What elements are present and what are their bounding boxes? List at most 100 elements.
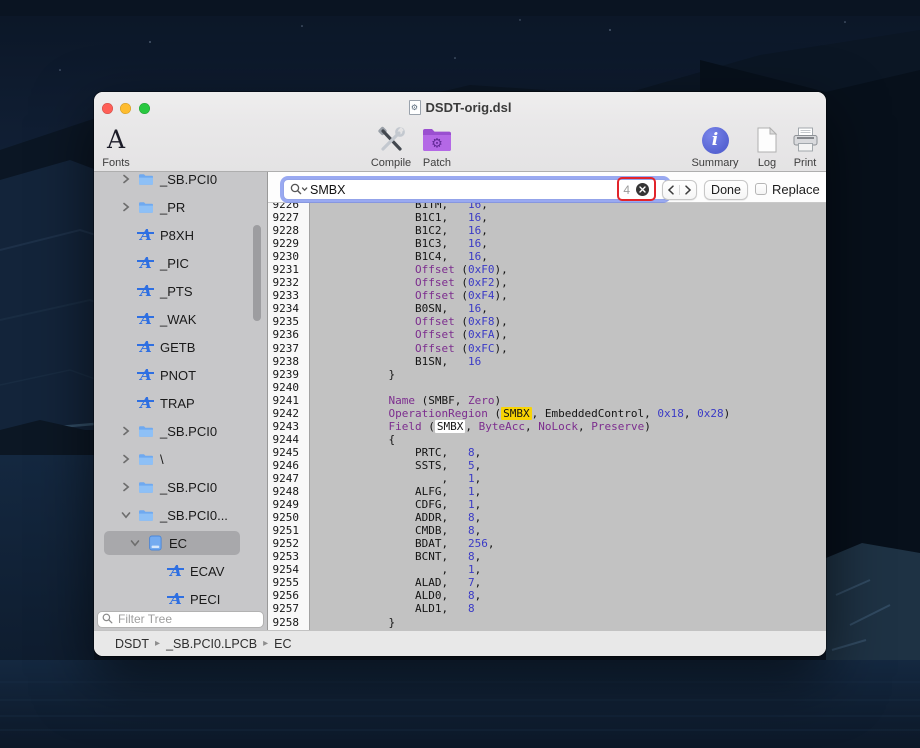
find-field[interactable]: 4 bbox=[283, 179, 668, 200]
tree-item-[interactable]: \ bbox=[94, 445, 267, 473]
code-line[interactable]: 9234 B0SN, 16, bbox=[268, 302, 826, 315]
printer-button[interactable]: Print bbox=[773, 124, 826, 169]
code-line-text: ALAD, 7, bbox=[304, 576, 826, 589]
breadcrumb-item[interactable]: EC bbox=[274, 637, 291, 651]
code-line-text: Offset (0xF4), bbox=[304, 289, 826, 302]
tree-item-pr[interactable]: _PR bbox=[94, 193, 267, 221]
code-line[interactable]: 9245 PRTC, 8, bbox=[268, 446, 826, 459]
tree-item-label: _SB.PCI0 bbox=[160, 172, 217, 187]
patch-button[interactable]: ⚙ Patch bbox=[405, 124, 469, 169]
code-line[interactable]: 9246 SSTS, 5, bbox=[268, 459, 826, 472]
code-line-text: Offset (0xF2), bbox=[304, 276, 826, 289]
chevron-right-icon[interactable] bbox=[120, 481, 132, 493]
method-icon: A bbox=[140, 256, 152, 271]
code-line[interactable]: 9258 } bbox=[268, 616, 826, 629]
code-line[interactable]: 9253 BCNT, 8, bbox=[268, 550, 826, 563]
code-line[interactable]: 9235 Offset (0xF8), bbox=[268, 315, 826, 328]
line-number: 9257 bbox=[268, 602, 304, 615]
chevron-spacer bbox=[120, 313, 132, 325]
folder-icon bbox=[138, 451, 154, 467]
code-line[interactable]: 9230 B1C4, 16, bbox=[268, 250, 826, 263]
breadcrumb-bar: DSDT ▸ _SB.PCI0.LPCB ▸ EC bbox=[94, 630, 826, 656]
chevron-down-icon[interactable] bbox=[129, 537, 141, 549]
code-line[interactable]: 9232 Offset (0xF2), bbox=[268, 276, 826, 289]
find-nav-buttons bbox=[662, 180, 697, 200]
tree-item-sbpci0[interactable]: _SB.PCI0... bbox=[94, 501, 267, 529]
code-line-text: CDFG, 1, bbox=[304, 498, 826, 511]
magnifier-with-menu-icon[interactable] bbox=[290, 183, 309, 196]
chevron-right-icon[interactable] bbox=[120, 173, 132, 185]
code-text-area[interactable]: 9226 B1TM, 16,9227 B1C1, 16,9228 B1C2, 1… bbox=[268, 172, 826, 630]
chevron-down-icon[interactable] bbox=[120, 509, 132, 521]
tree-item-ecav[interactable]: AECAV bbox=[94, 557, 267, 585]
tree-item-wak[interactable]: A_WAK bbox=[94, 305, 267, 333]
chevron-spacer bbox=[120, 229, 132, 241]
tree-item-getb[interactable]: A GETB bbox=[94, 333, 267, 361]
code-line-text: BDAT, 256, bbox=[304, 537, 826, 550]
fonts-button[interactable]: A Fonts bbox=[94, 124, 148, 169]
tree-item-p8xh[interactable]: AP8XH bbox=[94, 221, 267, 249]
tree-item-pnot[interactable]: APNOT bbox=[94, 361, 267, 389]
chevron-right-icon[interactable] bbox=[120, 425, 132, 437]
replace-checkbox[interactable] bbox=[755, 183, 767, 195]
code-line-text: Field (SMBX, ByteAcc, NoLock, Preserve) bbox=[304, 420, 826, 433]
code-line[interactable]: 9251 CMDB, 8, bbox=[268, 524, 826, 537]
method-icon: A bbox=[170, 592, 182, 607]
code-editor-pane[interactable]: 9226 B1TM, 16,9227 B1C1, 16,9228 B1C2, 1… bbox=[268, 172, 826, 630]
code-line[interactable]: 9242 OperationRegion (SMBX, EmbeddedCont… bbox=[268, 407, 826, 420]
code-line[interactable]: 9255 ALAD, 7, bbox=[268, 576, 826, 589]
tree-item-sbpci0[interactable]: _SB.PCI0 bbox=[94, 473, 267, 501]
line-number: 9236 bbox=[268, 328, 304, 341]
line-number: 9237 bbox=[268, 342, 304, 355]
done-button[interactable]: Done bbox=[704, 180, 748, 200]
code-line[interactable]: 9231 Offset (0xF0), bbox=[268, 263, 826, 276]
code-line-text: ALFG, 1, bbox=[304, 485, 826, 498]
tree-item-sbpci0[interactable]: _SB.PCI0 bbox=[94, 172, 267, 193]
code-line[interactable]: 9227 B1C1, 16, bbox=[268, 211, 826, 224]
tree-item-sbpci0[interactable]: _SB.PCI0 bbox=[94, 417, 267, 445]
tree-item-trap[interactable]: ATRAP bbox=[94, 389, 267, 417]
tree-item-pic[interactable]: A _PIC bbox=[94, 249, 267, 277]
info-circle-icon: i bbox=[702, 127, 729, 154]
line-number: 9245 bbox=[268, 446, 304, 459]
tree-item-ec[interactable]: EC bbox=[94, 529, 267, 557]
chevron-right-icon[interactable] bbox=[120, 201, 132, 213]
code-line[interactable]: 9229 B1C3, 16, bbox=[268, 237, 826, 250]
code-line[interactable]: 9237 Offset (0xFC), bbox=[268, 342, 826, 355]
code-line[interactable]: 9244 { bbox=[268, 433, 826, 446]
line-number: 9234 bbox=[268, 302, 304, 315]
code-line[interactable]: 9249 CDFG, 1, bbox=[268, 498, 826, 511]
code-line[interactable]: 9256 ALD0, 8, bbox=[268, 589, 826, 602]
code-line[interactable]: 9239 } bbox=[268, 368, 826, 381]
next-match-button[interactable] bbox=[680, 185, 696, 195]
code-line[interactable]: 9254 , 1, bbox=[268, 563, 826, 576]
code-line[interactable]: 9238 B1SN, 16 bbox=[268, 355, 826, 368]
breadcrumb-item[interactable]: DSDT bbox=[115, 637, 149, 651]
tree-item-peci[interactable]: APECI bbox=[94, 585, 267, 613]
method-icon: A bbox=[138, 339, 154, 355]
previous-match-button[interactable] bbox=[663, 185, 680, 195]
code-line[interactable]: 9241 Name (SMBF, Zero) bbox=[268, 394, 826, 407]
code-line[interactable]: 9250 ADDR, 8, bbox=[268, 511, 826, 524]
code-line-text: Offset (0xF0), bbox=[304, 263, 826, 276]
code-line[interactable]: 9236 Offset (0xFA), bbox=[268, 328, 826, 341]
tree-item-label: _SB.PCI0... bbox=[160, 508, 228, 523]
code-line[interactable]: 9240 bbox=[268, 381, 826, 394]
code-line[interactable]: 9257 ALD1, 8 bbox=[268, 602, 826, 615]
breadcrumb-item[interactable]: _SB.PCI0.LPCB bbox=[166, 637, 257, 651]
code-line[interactable]: 9247 , 1, bbox=[268, 472, 826, 485]
code-line[interactable]: 9252 BDAT, 256, bbox=[268, 537, 826, 550]
code-line[interactable]: 9233 Offset (0xF4), bbox=[268, 289, 826, 302]
find-input[interactable] bbox=[310, 180, 600, 199]
chevron-right-icon[interactable] bbox=[120, 453, 132, 465]
tree-item-pts[interactable]: A_PTS bbox=[94, 277, 267, 305]
title-bar[interactable]: ⚙ DSDT-orig.dsl bbox=[94, 92, 826, 122]
code-line[interactable]: 9228 B1C2, 16, bbox=[268, 224, 826, 237]
code-line[interactable]: 9248 ALFG, 1, bbox=[268, 485, 826, 498]
tree-item-label: GETB bbox=[160, 340, 195, 355]
code-line[interactable]: 9243 Field (SMBX, ByteAcc, NoLock, Prese… bbox=[268, 420, 826, 433]
filter-tree-input[interactable] bbox=[97, 611, 264, 628]
code-line-text: , 1, bbox=[304, 563, 826, 576]
tree-item-label: _PIC bbox=[160, 256, 189, 271]
sidebar-scrollbar-thumb[interactable] bbox=[253, 225, 261, 321]
